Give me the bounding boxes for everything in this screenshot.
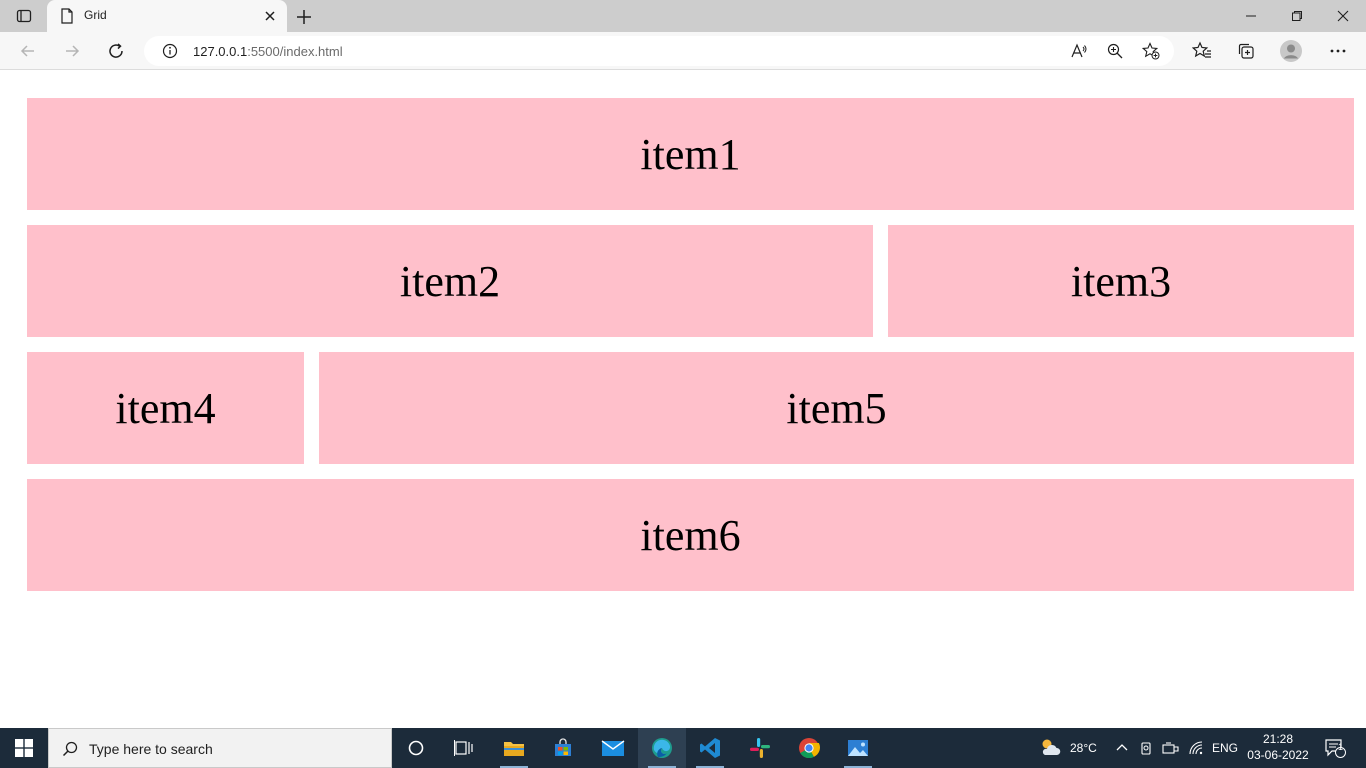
back-arrow-icon[interactable] — [16, 39, 40, 63]
profile-avatar[interactable] — [1280, 40, 1302, 62]
weather-icon — [1038, 737, 1062, 760]
url-host: 127.0.0.1 — [193, 44, 248, 59]
browser-toolbar: 127.0.0.1:5500/index.html — [0, 32, 1366, 70]
chrome-icon[interactable] — [785, 728, 833, 768]
browser-tab[interactable]: Grid — [47, 0, 287, 32]
info-icon[interactable] — [162, 43, 178, 59]
temperature-text: 28°C — [1070, 741, 1097, 755]
add-favorite-icon[interactable] — [1141, 42, 1160, 60]
clock-time: 21:28 — [1262, 732, 1294, 746]
grid-item-5: item5 — [319, 352, 1354, 464]
edge-icon[interactable] — [638, 728, 686, 768]
clock[interactable]: 21:28 03-06-2022 — [1240, 731, 1316, 763]
close-window-icon[interactable] — [1320, 0, 1366, 32]
clock-date: 03-06-2022 — [1247, 748, 1309, 762]
plus-icon[interactable] — [294, 7, 314, 27]
meet-now-icon[interactable] — [1140, 728, 1154, 768]
grid-item-3: item3 — [888, 225, 1354, 337]
favorites-icon[interactable] — [1191, 40, 1213, 62]
mail-icon[interactable] — [589, 728, 637, 768]
network-icon[interactable] — [1162, 728, 1180, 768]
windows-logo-icon[interactable] — [0, 728, 48, 768]
notification-count: 1 — [1338, 742, 1344, 752]
tab-actions-icon[interactable] — [10, 6, 38, 26]
slack-icon[interactable] — [736, 728, 784, 768]
taskbar: Type here to search 28°C ENG 21:28 03-06… — [0, 728, 1366, 768]
notification-icon[interactable]: 1 — [1324, 728, 1346, 768]
language-indicator[interactable]: ENG — [1212, 728, 1238, 768]
weather-widget[interactable]: 28°C — [1038, 728, 1097, 768]
search-icon — [62, 741, 78, 757]
grid-item-6: item6 — [27, 479, 1354, 591]
page-viewport: item1 item2 item3 item4 item5 item6 — [0, 71, 1366, 728]
address-bar[interactable]: 127.0.0.1:5500/index.html — [144, 36, 1174, 66]
taskbar-search-box[interactable]: Type here to search — [48, 728, 392, 768]
refresh-icon[interactable] — [104, 39, 128, 63]
zoom-icon[interactable] — [1106, 42, 1124, 60]
task-view-icon[interactable] — [440, 728, 488, 768]
restore-icon[interactable] — [1274, 0, 1320, 32]
url-path: :5500/index.html — [247, 44, 343, 59]
tab-strip: Grid — [0, 0, 1366, 32]
grid-item-4: item4 — [27, 352, 304, 464]
grid-container: item1 item2 item3 item4 item5 item6 — [27, 98, 1354, 591]
more-icon[interactable] — [1327, 40, 1349, 62]
store-icon[interactable] — [539, 728, 587, 768]
page-icon — [60, 8, 74, 24]
minimize-icon[interactable] — [1228, 0, 1274, 32]
close-icon[interactable] — [263, 9, 277, 23]
forward-arrow-icon[interactable] — [60, 39, 84, 63]
search-placeholder: Type here to search — [89, 741, 213, 757]
grid-item-1: item1 — [27, 98, 1354, 210]
wifi-icon[interactable] — [1188, 728, 1204, 768]
read-aloud-icon[interactable] — [1070, 42, 1088, 60]
collections-icon[interactable] — [1235, 40, 1257, 62]
cortana-icon[interactable] — [392, 728, 440, 768]
tab-title: Grid — [84, 8, 107, 22]
file-explorer-icon[interactable] — [490, 728, 538, 768]
grid-item-2: item2 — [27, 225, 873, 337]
chevron-up-icon[interactable] — [1115, 728, 1129, 768]
url-text: 127.0.0.1:5500/index.html — [193, 44, 343, 59]
vscode-icon[interactable] — [686, 728, 734, 768]
photos-icon[interactable] — [834, 728, 882, 768]
